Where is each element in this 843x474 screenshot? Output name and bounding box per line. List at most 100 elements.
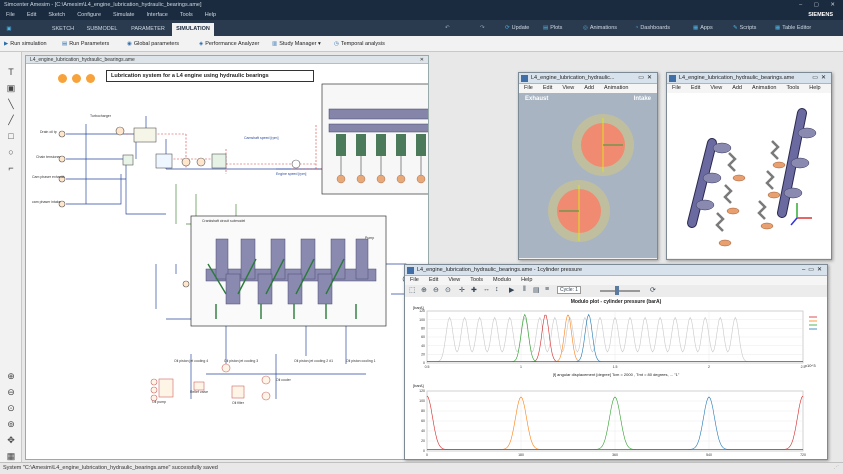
table-editor-button[interactable]: ▦ Table Editor (775, 23, 811, 34)
menu-help[interactable]: Help (804, 84, 825, 93)
pan-icon[interactable]: ✥ (4, 434, 18, 446)
plots-button[interactable]: ▤ Plots (543, 23, 562, 34)
resize-grip-icon[interactable]: ⋰ (834, 463, 840, 474)
menu-sketch[interactable]: Sketch (42, 10, 71, 20)
global-parameters-button[interactable]: ◉ Global parameters (127, 39, 179, 50)
menu-view[interactable]: View (443, 276, 465, 285)
line-tool-icon[interactable]: ╲ (4, 98, 18, 110)
refresh-icon[interactable]: ⟳ (650, 286, 656, 294)
app-icon (669, 75, 676, 82)
zoom-out-icon[interactable]: ⊖ (4, 386, 18, 398)
tab-simulation[interactable]: SIMULATION (172, 23, 214, 36)
camshaft-3d-canvas[interactable] (667, 93, 831, 258)
plot-area: Modulo plot - cylinder pressure (barA) [… (405, 297, 827, 459)
menu-edit[interactable]: Edit (21, 10, 42, 20)
arrow-left-icon[interactable]: ↔ (483, 286, 490, 293)
quick-access-icon[interactable]: ▣ (3, 23, 15, 36)
update-button[interactable]: ⟳ Update (505, 23, 529, 34)
y-tick-label: 80 (421, 327, 425, 331)
zoom-fit-icon[interactable]: ⊙ (445, 286, 451, 294)
rectangle-tool-icon[interactable]: □ (4, 130, 18, 142)
apps-button[interactable]: ▦ Apps (693, 23, 713, 34)
play-icon[interactable]: ▶ (509, 286, 514, 294)
redo-icon[interactable]: ↷ (480, 23, 485, 34)
tab-sketch[interactable]: SKETCH (48, 23, 78, 36)
scale-icon[interactable]: ≡ (545, 286, 549, 293)
study-manager-button[interactable]: ▥ Study Manager ▾ (272, 39, 321, 50)
menu-file[interactable]: File (519, 84, 538, 93)
zoom-fit-icon[interactable]: ⊙ (4, 402, 18, 414)
drawing-toolbar: T ▣ ╲ ╱ □ ○ ⌐ ⊕ ⊖ ⊙ ⊚ ✥ ▦ (0, 52, 22, 462)
y-tick-label: 60 (421, 335, 425, 339)
sketch-canvas[interactable]: Lubrication system for a L4 engine using… (26, 64, 428, 459)
title-bar: Simcenter Amesim - [C:\Amesim\L4_engine_… (0, 0, 843, 10)
ellipse-tool-icon[interactable]: ○ (4, 146, 18, 158)
menu-configure[interactable]: Configure (71, 10, 107, 20)
menu-animation[interactable]: Animation (599, 84, 633, 93)
menu-view[interactable]: View (705, 84, 727, 93)
menu-interface[interactable]: Interface (140, 10, 173, 20)
camshaft-3d-window: L4_engine_lubrication_hydraulic_bearings… (666, 72, 832, 260)
menu-simulate[interactable]: Simulate (107, 10, 140, 20)
run-parameters-button[interactable]: ▤ Run Parameters (62, 39, 109, 50)
apps-icon: ▦ (693, 25, 699, 31)
study-icon: ▥ (272, 41, 278, 47)
select-icon[interactable]: ⬚ (409, 286, 416, 294)
performance-analyzer-button[interactable]: ◈ Performance Analyzer (199, 39, 259, 50)
menu-help[interactable]: Help (199, 10, 222, 20)
image-tool-icon[interactable]: ▣ (4, 82, 18, 94)
crosshair-icon[interactable]: ✚ (471, 286, 477, 294)
menu-help[interactable]: Help (516, 276, 537, 285)
dashboards-button[interactable]: ◔ Dashboards (635, 23, 670, 34)
cycle-slider[interactable] (600, 290, 640, 292)
animations-button[interactable]: ◎ Animations (583, 23, 617, 34)
pause-icon[interactable]: ‖ (523, 286, 526, 293)
window-controls[interactable]: ▭✕ (812, 73, 829, 84)
polyline-tool-icon[interactable]: ⌐ (4, 162, 18, 174)
label-camshaft-speed: Camshaft speed [rpm] (244, 136, 279, 140)
menu-tools[interactable]: Tools (174, 10, 199, 20)
menu-modulo[interactable]: Modulo (488, 276, 516, 285)
undo-icon[interactable]: ↶ (445, 23, 450, 34)
cycle-slider-handle[interactable] (615, 286, 619, 295)
menu-add[interactable]: Add (579, 84, 599, 93)
zoom-in-icon[interactable]: ⊕ (421, 286, 427, 294)
menu-animation[interactable]: Animation (747, 84, 781, 93)
valve-animation-canvas[interactable]: Exhaust Intake (519, 93, 657, 258)
zoom-area-icon[interactable]: ⊚ (4, 418, 18, 430)
chart-icon[interactable]: ▤ (533, 286, 540, 294)
menu-add[interactable]: Add (727, 84, 747, 93)
grid-icon[interactable]: ▦ (4, 450, 18, 462)
menu-file[interactable]: File (667, 84, 686, 93)
menu-edit[interactable]: Edit (686, 84, 705, 93)
plot-window: L4_engine_lubrication_hydraulic_bearings… (404, 264, 828, 460)
window-controls[interactable]: – ▢ ✕ (799, 0, 840, 10)
text-tool-icon[interactable]: T (4, 66, 18, 78)
menu-tools[interactable]: Tools (781, 84, 804, 93)
globe-icon: ◉ (127, 41, 132, 47)
x-tick-label: 1 (520, 365, 522, 369)
arrow-tool-icon[interactable]: ╱ (4, 114, 18, 126)
cursor-icon[interactable]: ✛ (459, 286, 465, 294)
menu-edit[interactable]: Edit (424, 276, 443, 285)
zoom-in-icon[interactable]: ⊕ (4, 370, 18, 382)
window-controls[interactable]: –▭✕ (802, 265, 825, 276)
tab-parameter[interactable]: PARAMETER (126, 23, 170, 36)
window-controls[interactable]: ▭✕ (638, 73, 655, 84)
menu-tools[interactable]: Tools (465, 276, 488, 285)
scripts-button[interactable]: ✎ Scripts (733, 23, 756, 34)
temporal-analysis-button[interactable]: ◷ Temporal analysis (334, 39, 385, 50)
run-simulation-button[interactable]: ▶ Run simulation (4, 39, 47, 50)
status-text: System "C:\Amesim\L4_engine_lubrication_… (3, 465, 218, 471)
cycle-select[interactable]: Cycle: 1 (557, 286, 582, 294)
zoom-out-icon[interactable]: ⊖ (433, 286, 439, 294)
close-icon[interactable]: ✕ (420, 56, 424, 64)
tab-submodel[interactable]: SUBMODEL (80, 23, 124, 36)
menu-file[interactable]: File (0, 10, 21, 20)
window-title: Simcenter Amesim - [C:\Amesim\L4_engine_… (4, 2, 202, 8)
menu-view[interactable]: View (557, 84, 579, 93)
app-icon (521, 75, 528, 82)
arrow-up-icon[interactable]: ↕ (495, 286, 499, 293)
menu-edit[interactable]: Edit (538, 84, 557, 93)
menu-file[interactable]: File (405, 276, 424, 285)
